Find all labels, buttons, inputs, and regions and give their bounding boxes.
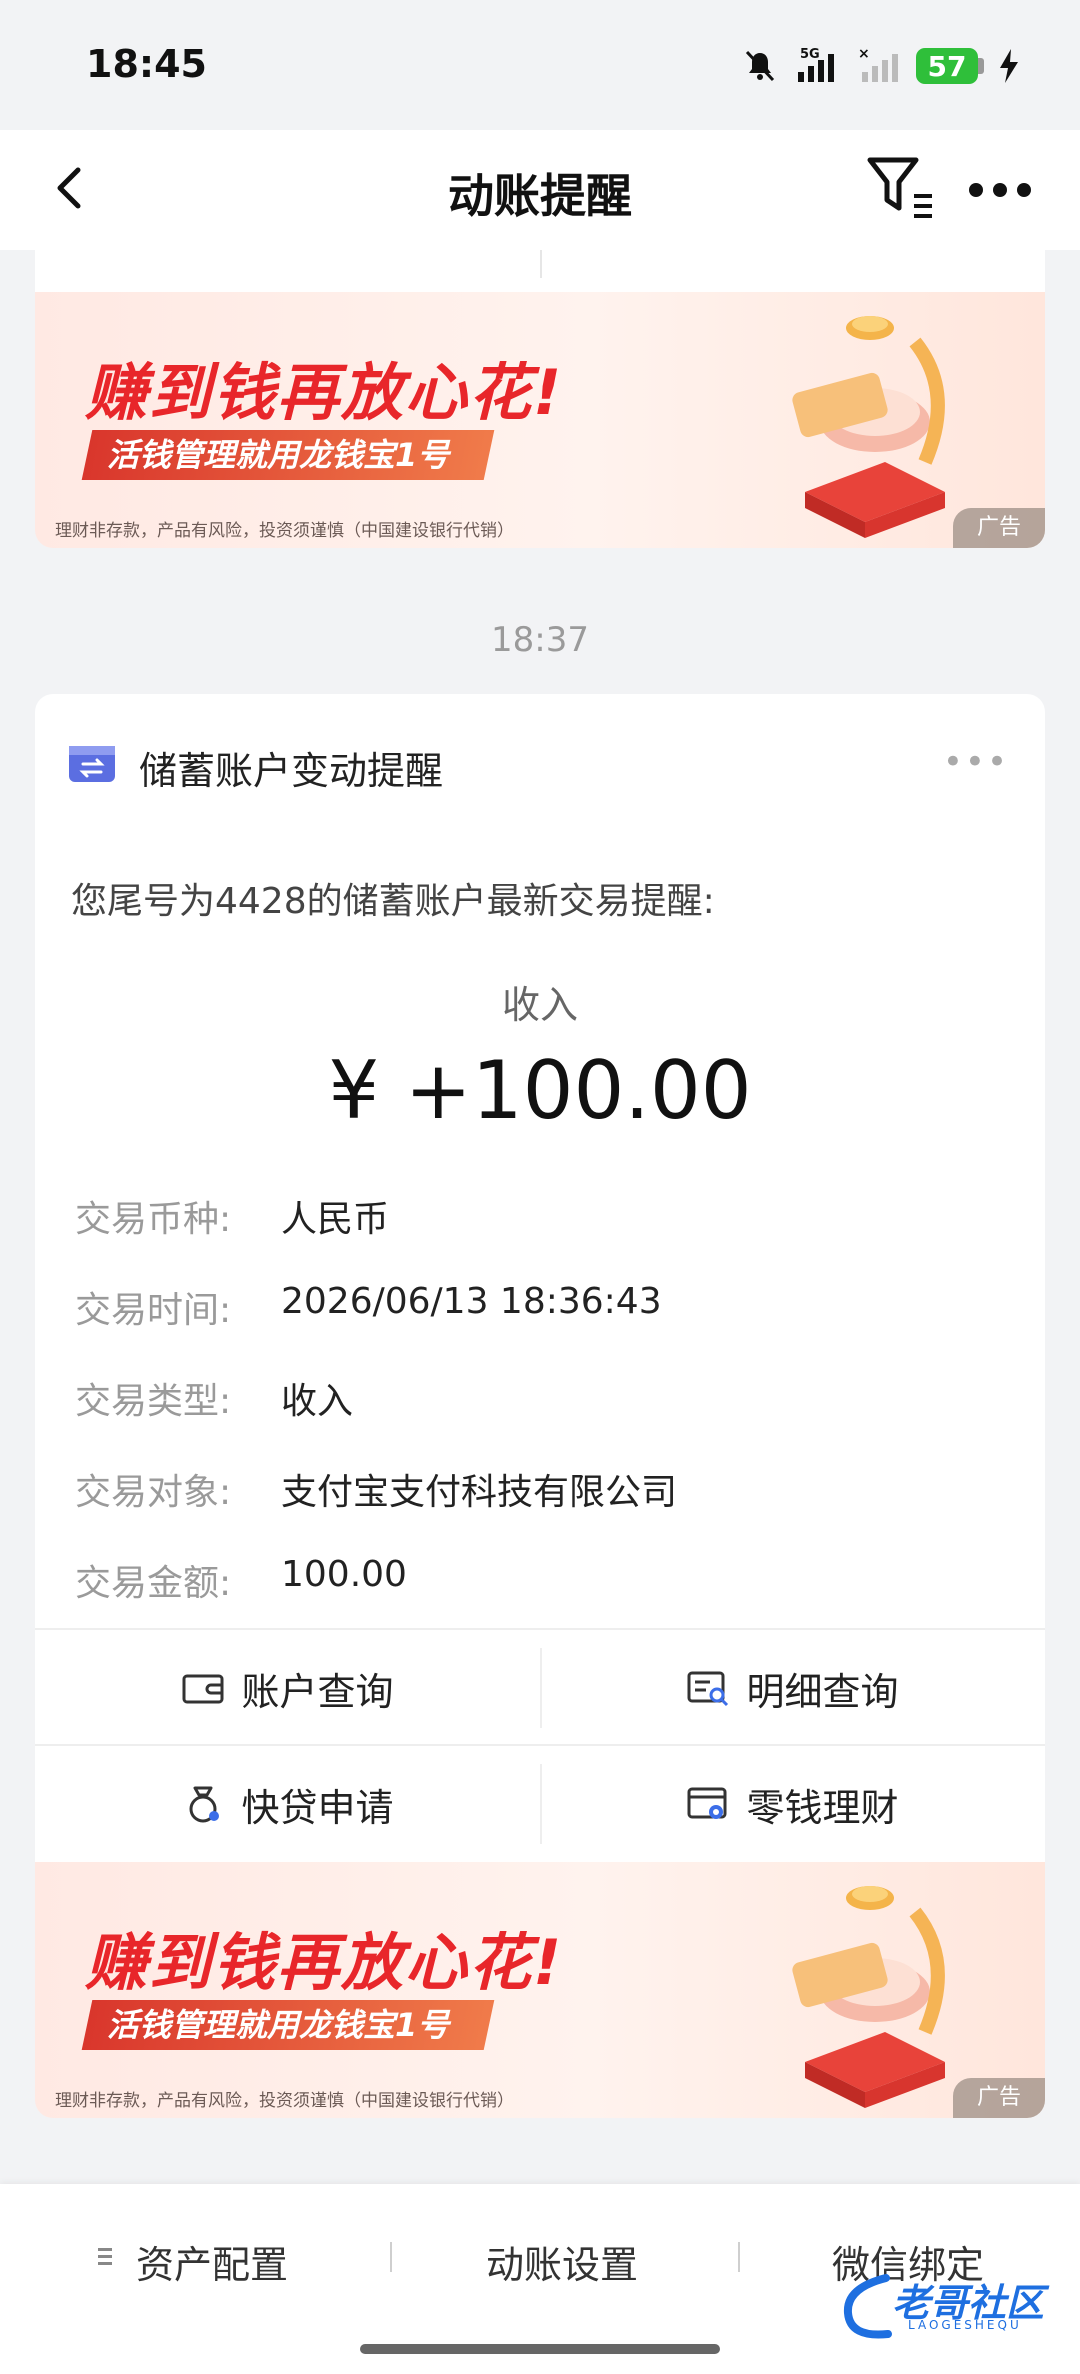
ad-headline: 赚到钱再放心花! (85, 1926, 564, 1999)
watermark-logo: 老哥社区 LAOGESHEQU (836, 2268, 1066, 2348)
asset-allocation-button[interactable]: 资产配置 (136, 2234, 288, 2289)
detail-key-counterparty: 交易对象: (75, 1472, 232, 1513)
detail-row: 交易金额: 100.00 (75, 1554, 1015, 1614)
filter-icon[interactable] (862, 148, 942, 228)
card-more-icon[interactable]: ••• (943, 742, 1009, 782)
change-wealth-label: 零钱理财 (746, 1785, 899, 1830)
action-row: 账户查询 明细查询 (35, 1628, 1045, 1746)
detail-value-time: 2026/06/13 18:36:43 (281, 1281, 662, 1322)
ad-banner-top[interactable]: 赚到钱再放心花! 活钱管理就用龙钱宝1号 理财非存款，产品有风险，投资须谨慎（中… (35, 292, 1045, 548)
ad-disclaimer: 理财非存款，产品有风险，投资须谨慎（中国建设银行代销） (55, 521, 514, 541)
detail-key-time: 交易时间: (75, 1290, 232, 1331)
loan-bag-icon (189, 1786, 220, 1823)
ad-subheadline: 活钱管理就用龙钱宝1号 (81, 2000, 495, 2050)
card-title: 储蓄账户变动提醒 (139, 749, 444, 793)
status-icons: 5G × 57 (742, 44, 1020, 88)
detail-value-counterparty: 支付宝支付科技有限公司 (281, 1472, 678, 1513)
detail-row: 交易币种: 人民币 (75, 1190, 1015, 1250)
signal-no-sim-icon: × (858, 46, 898, 82)
wealth-card-icon (687, 1787, 727, 1819)
detail-value-type: 收入 (281, 1381, 354, 1422)
account-query-button[interactable]: 账户查询 (35, 1630, 540, 1746)
detail-query-button[interactable]: 明细查询 (540, 1630, 1045, 1746)
previous-card-fragment (35, 250, 1045, 292)
detail-key-currency: 交易币种: (75, 1199, 232, 1240)
card-header: 储蓄账户变动提醒 ••• (35, 694, 1045, 834)
detail-value-currency: 人民币 (281, 1199, 390, 1240)
ad-tag: 广告 (953, 2078, 1045, 2118)
ad-disclaimer: 理财非存款，产品有风险，投资须谨慎（中国建设银行代销） (55, 2091, 514, 2111)
coin-stack-illustration (792, 1886, 945, 2108)
transaction-type-label: 收入 (501, 983, 578, 1027)
coin-stack-illustration (792, 316, 945, 538)
nav-bar: 动账提醒 (0, 130, 1080, 250)
detail-search-icon (687, 1671, 729, 1707)
status-time: 18:45 (86, 42, 207, 86)
account-query-label: 账户查询 (241, 1669, 394, 1714)
detail-row: 交易时间: 2026/06/13 18:36:43 (75, 1281, 1015, 1341)
detail-query-label: 明细查询 (746, 1669, 899, 1714)
svg-text:×: × (858, 46, 870, 62)
account-change-card: 储蓄账户变动提醒 ••• 您尾号为4428的储蓄账户最新交易提醒: 收入 ¥ +… (35, 694, 1045, 1862)
card-intro-text: 您尾号为4428的储蓄账户最新交易提醒: (71, 881, 715, 922)
transfer-card-icon (69, 746, 115, 782)
ad-subheadline: 活钱管理就用龙钱宝1号 (81, 430, 495, 480)
transaction-amount: ¥ +100.00 (328, 1044, 752, 1137)
network-label: 5G (800, 47, 820, 62)
battery-icon: 57 (916, 48, 984, 84)
quick-loan-label: 快贷申请 (241, 1785, 394, 1830)
action-row: 快贷申请 零钱理财 (35, 1744, 1045, 1862)
notification-settings-button[interactable]: 动账设置 (486, 2234, 638, 2289)
detail-key-amount: 交易金额: (75, 1563, 232, 1604)
wallet-icon (182, 1674, 224, 1704)
home-indicator[interactable] (360, 2344, 720, 2354)
quick-loan-button[interactable]: 快贷申请 (35, 1746, 540, 1862)
ad-banner-bottom[interactable]: 赚到钱再放心花! 活钱管理就用龙钱宝1号 理财非存款，产品有风险，投资须谨慎（中… (35, 1862, 1045, 2118)
mute-bell-icon (745, 50, 775, 82)
detail-value-amount: 100.00 (281, 1554, 407, 1595)
menu-lines-icon (98, 2248, 112, 2265)
detail-row: 交易对象: 支付宝支付科技有限公司 (75, 1463, 1015, 1523)
ad-headline: 赚到钱再放心花! (85, 356, 564, 429)
more-options-icon[interactable] (960, 160, 1040, 220)
detail-row: 交易类型: 收入 (75, 1372, 1015, 1432)
status-bar: 18:45 5G × 57 (0, 0, 1080, 130)
change-wealth-button[interactable]: 零钱理财 (540, 1746, 1045, 1862)
message-timestamp: 18:37 (491, 620, 589, 660)
charging-bolt-icon (1000, 49, 1018, 83)
dragon-logo-icon (843, 2274, 892, 2339)
detail-key-type: 交易类型: (75, 1381, 232, 1422)
signal-5g-icon: 5G (798, 47, 834, 82)
battery-level: 57 (916, 48, 978, 84)
ad-tag: 广告 (953, 508, 1045, 548)
